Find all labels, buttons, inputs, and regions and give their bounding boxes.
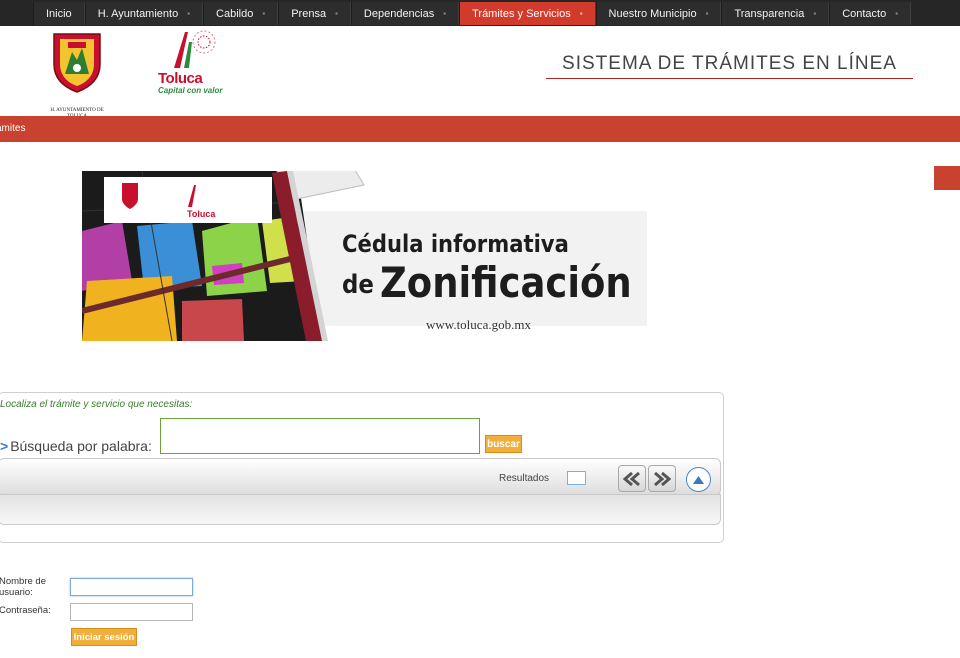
- results-label: Resultados: [499, 473, 550, 484]
- chevron-up-circle-icon: [693, 475, 704, 484]
- nav-item-label: H. Ayuntamiento: [97, 7, 179, 20]
- dropdown-caret-icon: ▪: [705, 9, 709, 18]
- double-chevron-left-icon: [623, 471, 640, 486]
- banner-url: www.toluca.gob.mx: [426, 317, 531, 332]
- site-header: H. AYUNTAMIENTO DE TOLUCA Toluca Capital…: [0, 26, 960, 119]
- nav-item-label: Contacto: [842, 7, 887, 20]
- nav-item-prensa[interactable]: Prensa ▪: [278, 2, 351, 25]
- username-field[interactable]: [70, 578, 193, 596]
- dropdown-caret-icon: ▪: [187, 9, 191, 18]
- dropdown-caret-icon: ▪: [335, 9, 338, 18]
- nav-item-label: Dependencias: [363, 7, 435, 20]
- username-label: Nombre de usuario:: [0, 576, 46, 598]
- nav-item-dependencias[interactable]: Dependencias ▪: [350, 2, 460, 25]
- nav-item-label: Prensa: [291, 7, 327, 20]
- breadcrumb[interactable]: ámites: [0, 123, 25, 134]
- top-navigation: Inicio H. Ayuntamiento ▪ Cabildo ▪ Prensa ▪…: [0, 0, 960, 26]
- results-count-field: [567, 471, 586, 485]
- nav-item-label: Transparencia: [734, 7, 805, 20]
- arrow-right-icon: >: [0, 438, 9, 454]
- search-button[interactable]: buscar: [485, 435, 522, 453]
- dropdown-caret-icon: ▪: [895, 9, 899, 18]
- next-page-button[interactable]: [648, 465, 676, 492]
- password-label: Contraseña:: [0, 605, 51, 616]
- dropdown-caret-icon: ▪: [262, 9, 266, 18]
- dropdown-caret-icon: ▪: [579, 9, 583, 18]
- search-label-text: Búsqueda por palabra:: [10, 438, 152, 454]
- toluca-logo-text: Toluca: [158, 70, 203, 87]
- results-toolbar: [0, 458, 721, 496]
- nav-item-label: Nuestro Municipio: [608, 7, 697, 20]
- search-hint: Localiza el trámite y servicio que neces…: [0, 399, 193, 410]
- search-input[interactable]: [160, 418, 480, 454]
- svg-text:Toluca: Toluca: [187, 209, 216, 219]
- results-list: [0, 494, 721, 525]
- nav-item-cabildo[interactable]: Cabildo ▪: [203, 2, 279, 25]
- section-bar: ámites: [0, 116, 960, 142]
- search-label: > Búsqueda por palabra:: [0, 438, 152, 454]
- nav-item-label: Cabildo: [216, 7, 254, 20]
- password-field[interactable]: [70, 603, 193, 621]
- ayuntamiento-crest-logo[interactable]: [48, 30, 106, 94]
- side-tab[interactable]: [934, 166, 960, 190]
- nav-item-h-ayuntamiento[interactable]: H. Ayuntamiento ▪: [84, 2, 204, 25]
- banner-title-de: de: [342, 270, 374, 300]
- nav-item-tramites-y-servicios[interactable]: Trámites y Servicios ▪: [459, 2, 596, 25]
- nav-item-inicio[interactable]: Inicio: [33, 2, 85, 25]
- login-button[interactable]: Iniciar sesión: [71, 628, 137, 646]
- previous-page-button[interactable]: [618, 465, 646, 492]
- nav-item-label: Trámites y Servicios: [472, 7, 571, 20]
- toluca-slogan: Capital con valor: [158, 86, 223, 95]
- double-chevron-right-icon: [654, 471, 671, 486]
- nav-item-nuestro-municipio[interactable]: Nuestro Municipio ▪: [595, 2, 722, 25]
- nav-item-transparencia[interactable]: Transparencia ▪: [721, 2, 830, 25]
- banner-title-line2: Zonificación: [380, 258, 632, 307]
- collapse-results-button[interactable]: [686, 467, 711, 492]
- page-title: SISTEMA DE TRÁMITES EN LÍNEA: [546, 53, 913, 79]
- dropdown-caret-icon: ▪: [443, 9, 447, 18]
- nav-item-contacto[interactable]: Contacto ▪: [829, 2, 912, 25]
- main-menu: Inicio H. Ayuntamiento ▪ Cabildo ▪ Prensa ▪…: [33, 2, 912, 25]
- dropdown-caret-icon: ▪: [813, 9, 817, 18]
- nav-item-label: Inicio: [46, 7, 72, 20]
- banner-title-line1: Cédula informativa: [342, 230, 569, 258]
